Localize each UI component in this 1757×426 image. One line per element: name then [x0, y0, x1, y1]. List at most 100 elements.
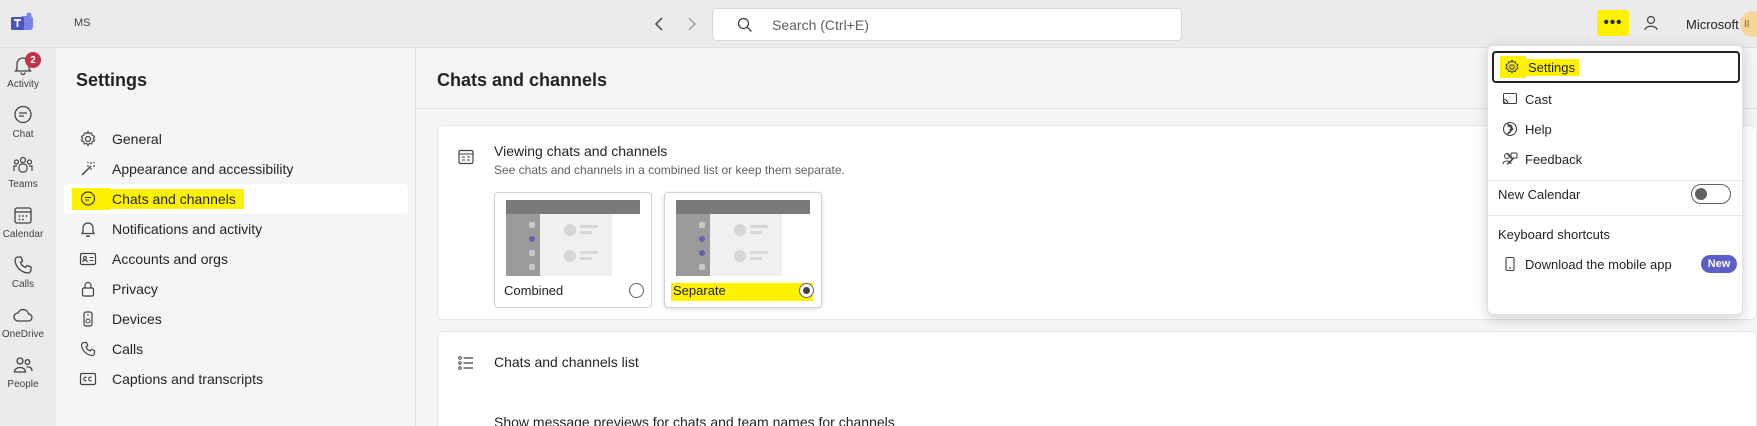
new-calendar-toggle[interactable]	[1691, 184, 1731, 204]
more-icon: •••	[1603, 14, 1623, 31]
settings-item-label: General	[112, 131, 162, 147]
app-rail: 2 Activity Chat Teams Calendar Calls One…	[0, 48, 56, 426]
viewing-subtitle: See chats and channels in a combined lis…	[494, 163, 845, 177]
forward-button[interactable]	[682, 14, 702, 34]
combined-preview	[506, 200, 640, 276]
chat-bubble-icon	[80, 191, 96, 206]
gear-icon	[80, 130, 96, 147]
menu-label: Settings	[1524, 58, 1579, 76]
title-bar: MS Search (Ctrl+E) ••• Microsoft II	[0, 0, 1757, 48]
chevron-right-icon	[688, 17, 697, 31]
menu-item-cast[interactable]: Cast	[1492, 83, 1740, 115]
back-button[interactable]	[649, 14, 669, 34]
rail-label: Teams	[8, 179, 38, 190]
settings-item-general[interactable]: General	[64, 124, 408, 154]
rail-item-calls[interactable]: Calls	[0, 248, 46, 302]
settings-item-appearance[interactable]: Appearance and accessibility	[64, 154, 408, 184]
rail-label: Activity	[7, 79, 39, 90]
settings-item-privacy[interactable]: Privacy	[64, 274, 408, 304]
separate-preview	[676, 200, 810, 276]
menu-label: Feedback	[1525, 151, 1583, 167]
chevron-left-icon	[654, 17, 663, 31]
rail-label: Calendar	[2, 229, 44, 240]
menu-item-new-calendar[interactable]: New Calendar	[1492, 178, 1740, 210]
chats-list-title: Chats and channels list	[494, 354, 639, 370]
menu-item-keyboard-shortcuts[interactable]: Keyboard shortcuts	[1492, 218, 1740, 250]
settings-item-calls[interactable]: Calls	[64, 334, 408, 364]
calendar-icon	[14, 207, 32, 224]
view-option-combined[interactable]: Combined	[494, 192, 652, 308]
lock-icon	[81, 281, 95, 297]
settings-item-label: Chats and channels	[110, 189, 244, 209]
separate-label: Separate	[671, 283, 813, 301]
id-card-icon	[79, 252, 97, 266]
settings-item-label: Accounts and orgs	[112, 251, 228, 267]
settings-item-notifications[interactable]: Notifications and activity	[64, 214, 408, 244]
chats-list-card: Chats and channels list Show message pre…	[437, 331, 1757, 426]
chevron-right-icon	[1506, 123, 1514, 135]
cc-icon	[79, 372, 97, 386]
rail-item-chat[interactable]: Chat	[0, 98, 46, 152]
teams-logo-icon[interactable]	[10, 12, 34, 34]
keyboard-shortcuts-label: Keyboard shortcuts	[1498, 226, 1611, 242]
cloud-icon	[13, 308, 33, 322]
more-options-button[interactable]: •••	[1597, 10, 1629, 36]
rail-item-people[interactable]: People	[0, 348, 46, 402]
search-icon	[737, 17, 752, 32]
rail-label: OneDrive	[1, 329, 45, 340]
separate-radio[interactable]	[799, 283, 814, 298]
chevron-right-icon	[1506, 153, 1514, 165]
viewing-title: Viewing chats and channels	[494, 143, 668, 159]
cast-icon	[1502, 92, 1518, 105]
bell-icon	[80, 222, 96, 238]
combined-label: Combined	[504, 283, 564, 298]
mobile-phone-icon	[1505, 256, 1515, 272]
org-label[interactable]: MS	[74, 17, 91, 29]
menu-item-help[interactable]: Help	[1492, 113, 1740, 145]
menu-divider	[1488, 215, 1742, 216]
people-icon	[13, 357, 33, 373]
settings-item-label: Appearance and accessibility	[112, 161, 294, 177]
phone-icon	[14, 256, 32, 274]
list-icon	[458, 356, 473, 370]
menu-item-settings[interactable]: Settings	[1492, 51, 1740, 83]
download-label: Download the mobile app	[1525, 256, 1672, 272]
tenant-name[interactable]: Microsoft	[1686, 17, 1739, 32]
rail-item-onedrive[interactable]: OneDrive	[0, 298, 46, 352]
settings-item-label: Calls	[112, 341, 144, 357]
settings-item-accounts[interactable]: Accounts and orgs	[64, 244, 408, 274]
chat-icon	[14, 105, 32, 124]
settings-item-devices[interactable]: Devices	[64, 304, 408, 334]
devices-icon	[83, 311, 93, 327]
rail-label: Calls	[11, 279, 35, 290]
settings-nav-panel: Settings General Appearance and accessib…	[56, 48, 416, 426]
menu-label: Help	[1525, 121, 1552, 137]
search-input[interactable]: Search (Ctrl+E)	[712, 8, 1182, 41]
menu-label: Cast	[1525, 91, 1552, 107]
phone-icon	[80, 341, 96, 357]
settings-item-chats-and-channels[interactable]: Chats and channels	[64, 184, 408, 214]
search-placeholder: Search (Ctrl+E)	[772, 17, 869, 33]
people-settings-icon[interactable]	[1643, 14, 1661, 32]
combined-radio[interactable]	[629, 283, 644, 298]
rail-label: People	[7, 379, 39, 390]
activity-badge: 2	[25, 52, 41, 68]
rail-item-activity[interactable]: 2 Activity	[0, 48, 46, 102]
settings-item-captions[interactable]: Captions and transcripts	[64, 364, 408, 394]
view-option-separate[interactable]: Separate	[664, 192, 822, 308]
menu-item-feedback[interactable]: Feedback	[1492, 143, 1740, 175]
rail-item-teams[interactable]: Teams	[0, 148, 46, 202]
settings-item-label: Captions and transcripts	[112, 371, 263, 387]
teams-icon	[13, 156, 33, 173]
more-options-menu: Settings Cast Help Feedback New Calendar…	[1487, 45, 1743, 315]
menu-item-download-app[interactable]: Download the mobile app New	[1492, 248, 1740, 280]
page-title: Chats and channels	[437, 70, 608, 90]
settings-item-label: Privacy	[112, 281, 158, 297]
rail-item-calendar[interactable]: Calendar	[0, 198, 46, 252]
gear-icon	[1505, 59, 1519, 74]
message-previews-text: Show message previews for chats and team…	[494, 414, 895, 426]
avatar[interactable]: II	[1740, 11, 1757, 37]
new-calendar-label: New Calendar	[1498, 186, 1581, 202]
settings-item-label: Notifications and activity	[112, 221, 263, 237]
wand-icon	[81, 161, 95, 176]
